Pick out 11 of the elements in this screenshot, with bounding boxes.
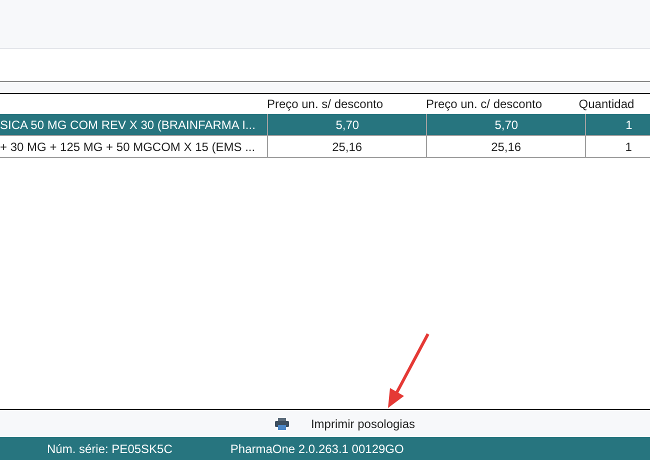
table-cell: 5,70 bbox=[427, 114, 586, 136]
table-cell: + 30 MG + 125 MG + 50 MGCOM X 15 (EMS ... bbox=[0, 136, 268, 158]
print-button[interactable]: Imprimir posologias bbox=[268, 414, 422, 432]
table-cell: 25,16 bbox=[427, 136, 586, 158]
table-cell: SICA 50 MG COM REV X 30 (BRAINFARMA I... bbox=[0, 114, 268, 136]
printer-icon bbox=[274, 418, 289, 430]
table-cell: 1 bbox=[586, 114, 650, 136]
table-cell: 5,70 bbox=[268, 114, 428, 136]
table-cell: 25,16 bbox=[268, 136, 428, 158]
serial-number: Núm. série: PE05SK5C bbox=[47, 442, 172, 456]
version-text: PharmaOne 2.0.263.1 00129GO bbox=[230, 442, 404, 456]
